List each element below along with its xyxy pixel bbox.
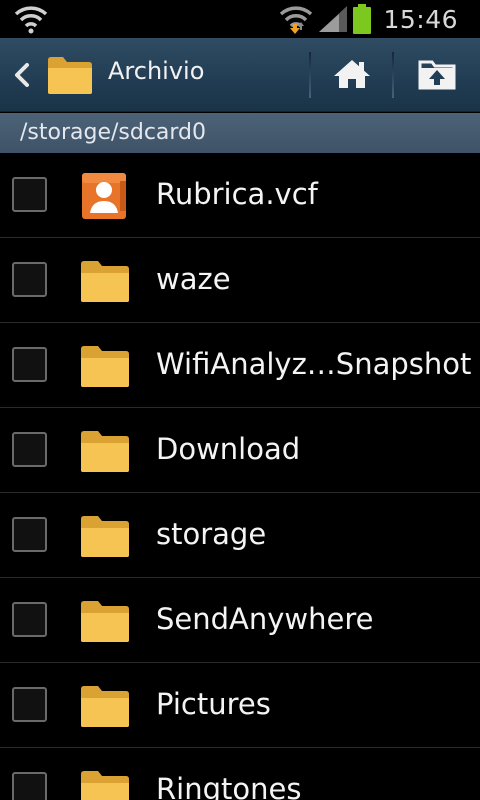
contact-card-icon bbox=[80, 173, 130, 219]
divider bbox=[309, 52, 311, 98]
list-item[interactable]: storage bbox=[0, 493, 480, 578]
current-path: /storage/sdcard0 bbox=[20, 120, 207, 145]
file-list: Rubrica.vcf waze WifiAnalyz…Snapshot Dow… bbox=[0, 153, 480, 800]
wifi-icon bbox=[14, 4, 48, 34]
checkbox[interactable] bbox=[12, 262, 47, 297]
home-icon[interactable] bbox=[326, 48, 378, 100]
checkbox[interactable] bbox=[12, 177, 47, 212]
folder-icon bbox=[80, 598, 130, 644]
file-name: WifiAnalyz…Snapshot bbox=[156, 347, 472, 381]
folder-icon bbox=[80, 343, 130, 389]
list-item[interactable]: Download bbox=[0, 408, 480, 493]
page-title: Archivio bbox=[108, 57, 205, 85]
screen: 15:46 Archivio /storage/sdcard0 Rubrica.… bbox=[0, 0, 480, 800]
battery-icon bbox=[353, 4, 372, 34]
divider bbox=[392, 52, 394, 98]
folder-icon bbox=[80, 428, 130, 474]
action-bar: Archivio bbox=[0, 38, 480, 112]
folder-up-icon[interactable] bbox=[408, 48, 466, 100]
folder-icon[interactable] bbox=[46, 54, 94, 96]
checkbox[interactable] bbox=[12, 517, 47, 552]
chevron-left-icon[interactable] bbox=[8, 58, 34, 92]
status-bar: 15:46 bbox=[0, 0, 480, 38]
checkbox[interactable] bbox=[12, 772, 47, 800]
folder-icon bbox=[80, 258, 130, 304]
checkbox[interactable] bbox=[12, 687, 47, 722]
file-name: Download bbox=[156, 432, 301, 466]
breadcrumb: /storage/sdcard0 bbox=[0, 113, 480, 153]
checkbox[interactable] bbox=[12, 602, 47, 637]
list-item[interactable]: Rubrica.vcf bbox=[0, 153, 480, 238]
list-item[interactable]: SendAnywhere bbox=[0, 578, 480, 663]
file-name: waze bbox=[156, 262, 231, 296]
checkbox[interactable] bbox=[12, 432, 47, 467]
folder-icon bbox=[80, 513, 130, 559]
signal-icon bbox=[317, 6, 348, 32]
status-icons: 15:46 bbox=[277, 0, 480, 38]
file-name: Ringtones bbox=[156, 772, 302, 800]
list-item[interactable]: WifiAnalyz…Snapshot bbox=[0, 323, 480, 408]
folder-icon bbox=[80, 768, 130, 800]
file-name: storage bbox=[156, 517, 267, 551]
wifi-transfer-icon bbox=[277, 4, 315, 34]
file-name: SendAnywhere bbox=[156, 602, 374, 636]
list-item[interactable]: waze bbox=[0, 238, 480, 323]
checkbox[interactable] bbox=[12, 347, 47, 382]
file-name: Rubrica.vcf bbox=[156, 177, 318, 211]
clock: 15:46 bbox=[383, 4, 458, 34]
list-item[interactable]: Ringtones bbox=[0, 748, 480, 800]
folder-icon bbox=[80, 683, 130, 729]
list-item[interactable]: Pictures bbox=[0, 663, 480, 748]
file-name: Pictures bbox=[156, 687, 271, 721]
